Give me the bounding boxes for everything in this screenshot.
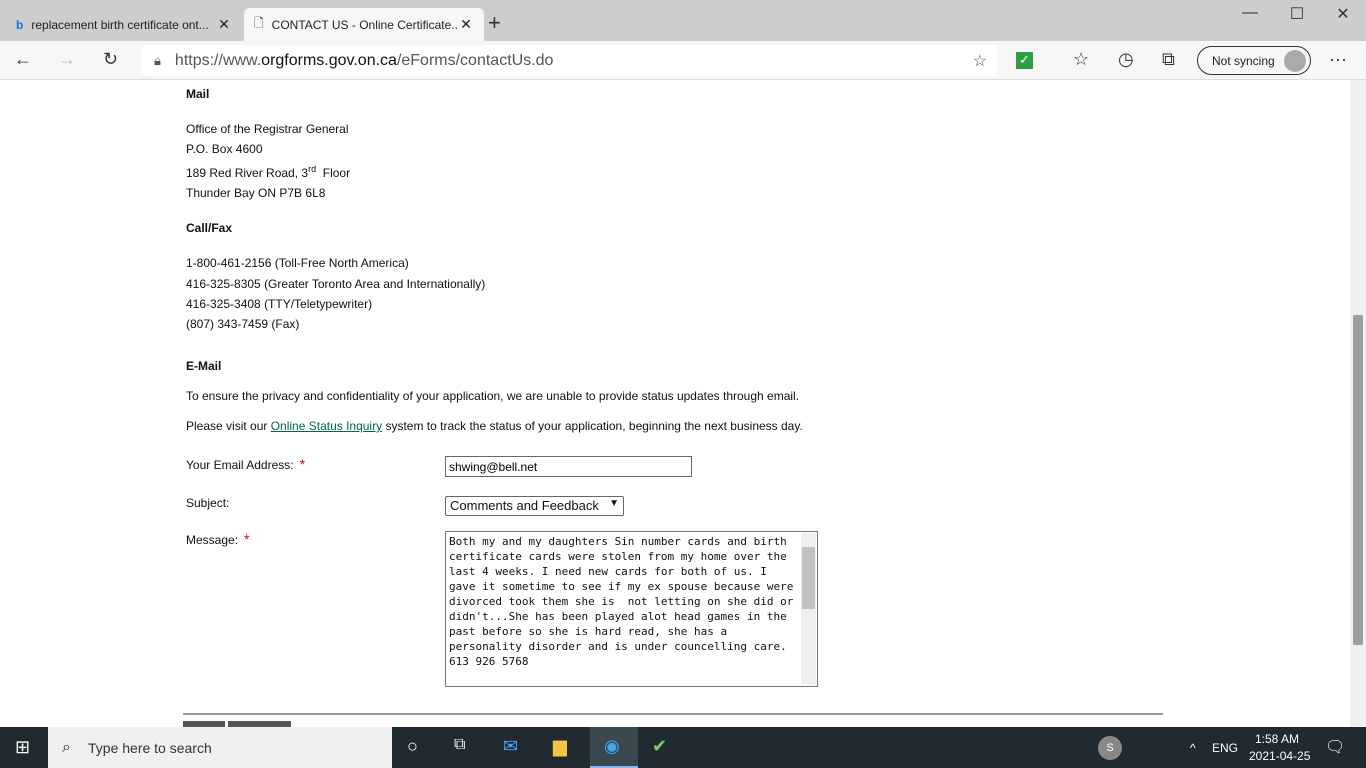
notification-icon[interactable]: 🗨︎: [1325, 737, 1345, 757]
email-heading: E-Mail: [186, 359, 222, 373]
avatar: [1284, 50, 1306, 72]
file-explorer-icon[interactable]: ▆: [553, 736, 567, 757]
maximize-button[interactable]: ☐: [1277, 4, 1317, 24]
add-favorite-icon[interactable]: ☆: [973, 51, 987, 71]
mail-heading: Mail: [186, 87, 210, 101]
phone-line: 416-325-8305 (Greater Toronto Area and I…: [186, 277, 486, 291]
scrollbar-thumb[interactable]: [1353, 315, 1363, 645]
favorites-icon[interactable]: ☆: [1073, 49, 1089, 70]
forward-button[interactable]: →: [58, 49, 76, 70]
extension-check-icon[interactable]: ✓: [1016, 52, 1033, 69]
minimize-button[interactable]: —: [1230, 4, 1270, 22]
edge-taskbar-icon[interactable]: ◉: [590, 727, 638, 768]
url-prefix: https://www.: [174, 51, 262, 69]
phone-line: 1-800-461-2156 (Toll-Free North America): [186, 256, 409, 270]
tab-title: CONTACT US - Online Certificate...: [271, 17, 458, 32]
user-icon[interactable]: S: [1098, 736, 1122, 760]
phone-line: (807) 343-7459 (Fax): [186, 317, 300, 331]
back-button[interactable]: ←: [14, 49, 32, 70]
message-scrollbar[interactable]: [801, 533, 816, 685]
collections-icon[interactable]: ⧉: [1162, 49, 1175, 70]
page-icon: 🗋: [254, 16, 264, 30]
clock-time[interactable]: 1:58 AM: [1255, 732, 1299, 746]
bing-icon: b: [16, 17, 24, 32]
taskbar: ⊞ ⌕ Type here to search ○ ⧉ ✉ ▆ ◉ ✔ S ^ E…: [0, 727, 1366, 768]
windows-start-icon[interactable]: ⊞: [15, 737, 30, 758]
email-label: Your Email Address: *: [186, 456, 306, 472]
page-content: Mail Office of the Registrar General P.O…: [0, 80, 1350, 727]
online-status-inquiry-link[interactable]: Online Status Inquiry: [271, 419, 382, 433]
close-tab-icon[interactable]: ✕: [458, 16, 474, 33]
new-tab-button[interactable]: +: [488, 10, 501, 36]
tab-title: replacement birth certificate ont...: [31, 17, 209, 32]
lock-icon: 🔒︎: [154, 52, 161, 68]
close-tab-icon[interactable]: ✕: [216, 16, 232, 33]
clock-date[interactable]: 2021-04-25: [1249, 749, 1310, 763]
email-input[interactable]: [445, 456, 692, 477]
phone-line: 416-325-3408 (TTY/Teletypewriter): [186, 297, 373, 311]
taskbar-search[interactable]: ⌕ Type here to search: [48, 727, 392, 768]
history-icon[interactable]: ◷: [1118, 49, 1134, 70]
tab-search[interactable]: b replacement birth certificate ont... ✕: [6, 8, 242, 41]
mail-line: Office of the Registrar General: [186, 122, 349, 136]
cortana-icon[interactable]: ○: [407, 736, 418, 757]
tab-bar: b replacement birth certificate ont... ✕…: [0, 0, 1366, 41]
subject-label: Subject:: [186, 496, 230, 510]
status-text: Please visit our Online Status Inquiry s…: [186, 419, 803, 433]
message-textarea[interactable]: Both my and my daughters Sin number card…: [445, 531, 818, 687]
search-icon: ⌕: [62, 738, 71, 756]
profile-sync-button[interactable]: Not syncing: [1197, 46, 1311, 75]
url-domain: orgforms.gov.on.ca: [261, 51, 397, 69]
mail-app-icon[interactable]: ✉: [503, 736, 518, 757]
chevron-down-icon: ▼: [609, 498, 619, 509]
browser-toolbar: ← → ↻ 🔒︎ https://www. orgforms.gov.on.ca /…: [0, 41, 1366, 80]
tab-contact-us[interactable]: 🗋 CONTACT US - Online Certificate... ✕: [244, 8, 484, 41]
chevron-up-icon[interactable]: ^: [1190, 741, 1196, 755]
app-check-icon[interactable]: ✔: [652, 736, 667, 757]
mail-line: P.O. Box 4600: [186, 142, 263, 156]
message-label: Message: *: [186, 531, 250, 547]
page-scrollbar[interactable]: [1350, 80, 1366, 727]
more-menu-icon[interactable]: ···: [1329, 49, 1347, 70]
subject-select[interactable]: Comments and Feedback ▼: [445, 496, 624, 516]
close-window-button[interactable]: ✕: [1323, 4, 1363, 24]
address-bar[interactable]: 🔒︎ https://www. orgforms.gov.on.ca/eForms…: [142, 45, 997, 76]
task-view-icon[interactable]: ⧉: [454, 736, 465, 754]
sync-label: Not syncing: [1212, 53, 1275, 68]
mail-line: Thunder Bay ON P7B 6L8: [186, 186, 326, 200]
refresh-button[interactable]: ↻: [103, 49, 118, 70]
privacy-text: To ensure the privacy and confidentialit…: [186, 389, 800, 403]
language-indicator[interactable]: ENG: [1212, 741, 1238, 755]
divider: [183, 713, 1163, 715]
url-path: /eForms/contactUs.do: [396, 51, 554, 69]
call-heading: Call/Fax: [186, 221, 233, 235]
mail-line: 189 Red River Road, 3rd Floor: [186, 164, 351, 180]
